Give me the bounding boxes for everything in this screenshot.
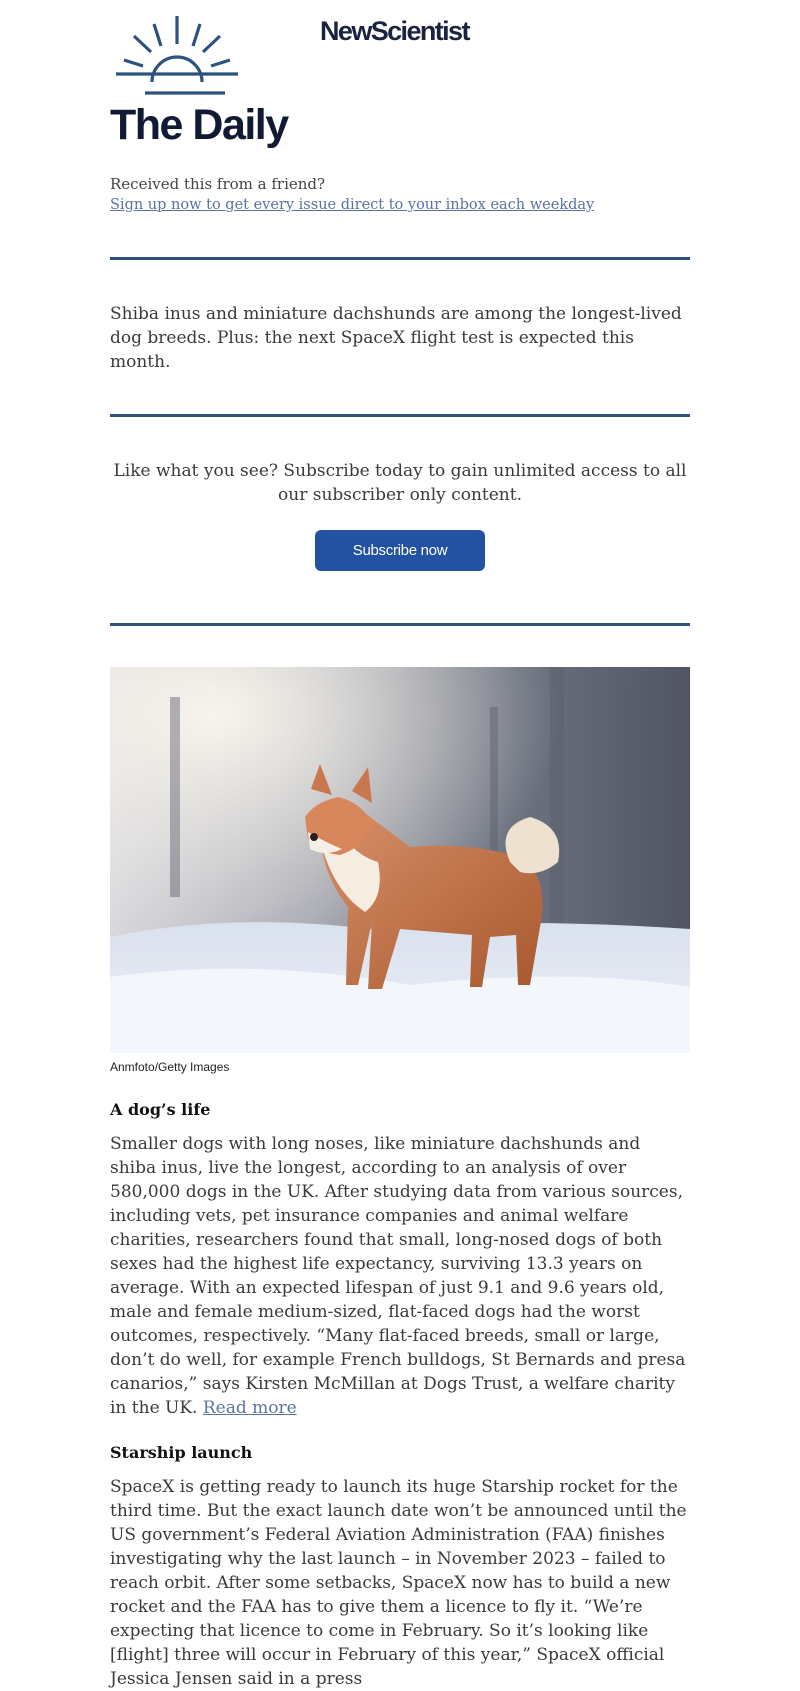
story-headline: A dog’s life [110, 1100, 211, 1119]
hero-image-shiba-in-snow[interactable] [110, 667, 690, 1053]
divider [110, 414, 690, 417]
forward-question: Received this from a friend? [110, 175, 326, 193]
read-more-link[interactable]: Read more [203, 1398, 297, 1418]
newsletter-title: The Daily [110, 101, 289, 149]
story-body: Smaller dogs with long noses, like minia… [110, 1132, 690, 1420]
story-body: SpaceX is getting ready to launch its hu… [110, 1477, 687, 1689]
story-text: Smaller dogs with long noses, like minia… [110, 1134, 686, 1418]
intro-summary: Shiba inus and miniature dachshunds are … [110, 304, 682, 372]
subscribe-button[interactable]: Subscribe now [315, 530, 485, 571]
brand-logo[interactable]: NewScientist [320, 16, 470, 47]
sunrise-icon [116, 16, 238, 95]
newsletter-email: NewScientist The Daily Received this fro… [110, 0, 690, 1691]
subscribe-prompt: Like what you see? Subscribe today to ga… [113, 461, 687, 505]
divider [110, 257, 690, 260]
signup-link[interactable]: Sign up now to get every issue direct to… [110, 195, 690, 216]
divider [110, 623, 690, 626]
newsletter-header: NewScientist The Daily [110, 0, 690, 160]
image-credit: Anmfoto/Getty Images [110, 1060, 230, 1074]
story-headline: Starship launch [110, 1443, 253, 1462]
